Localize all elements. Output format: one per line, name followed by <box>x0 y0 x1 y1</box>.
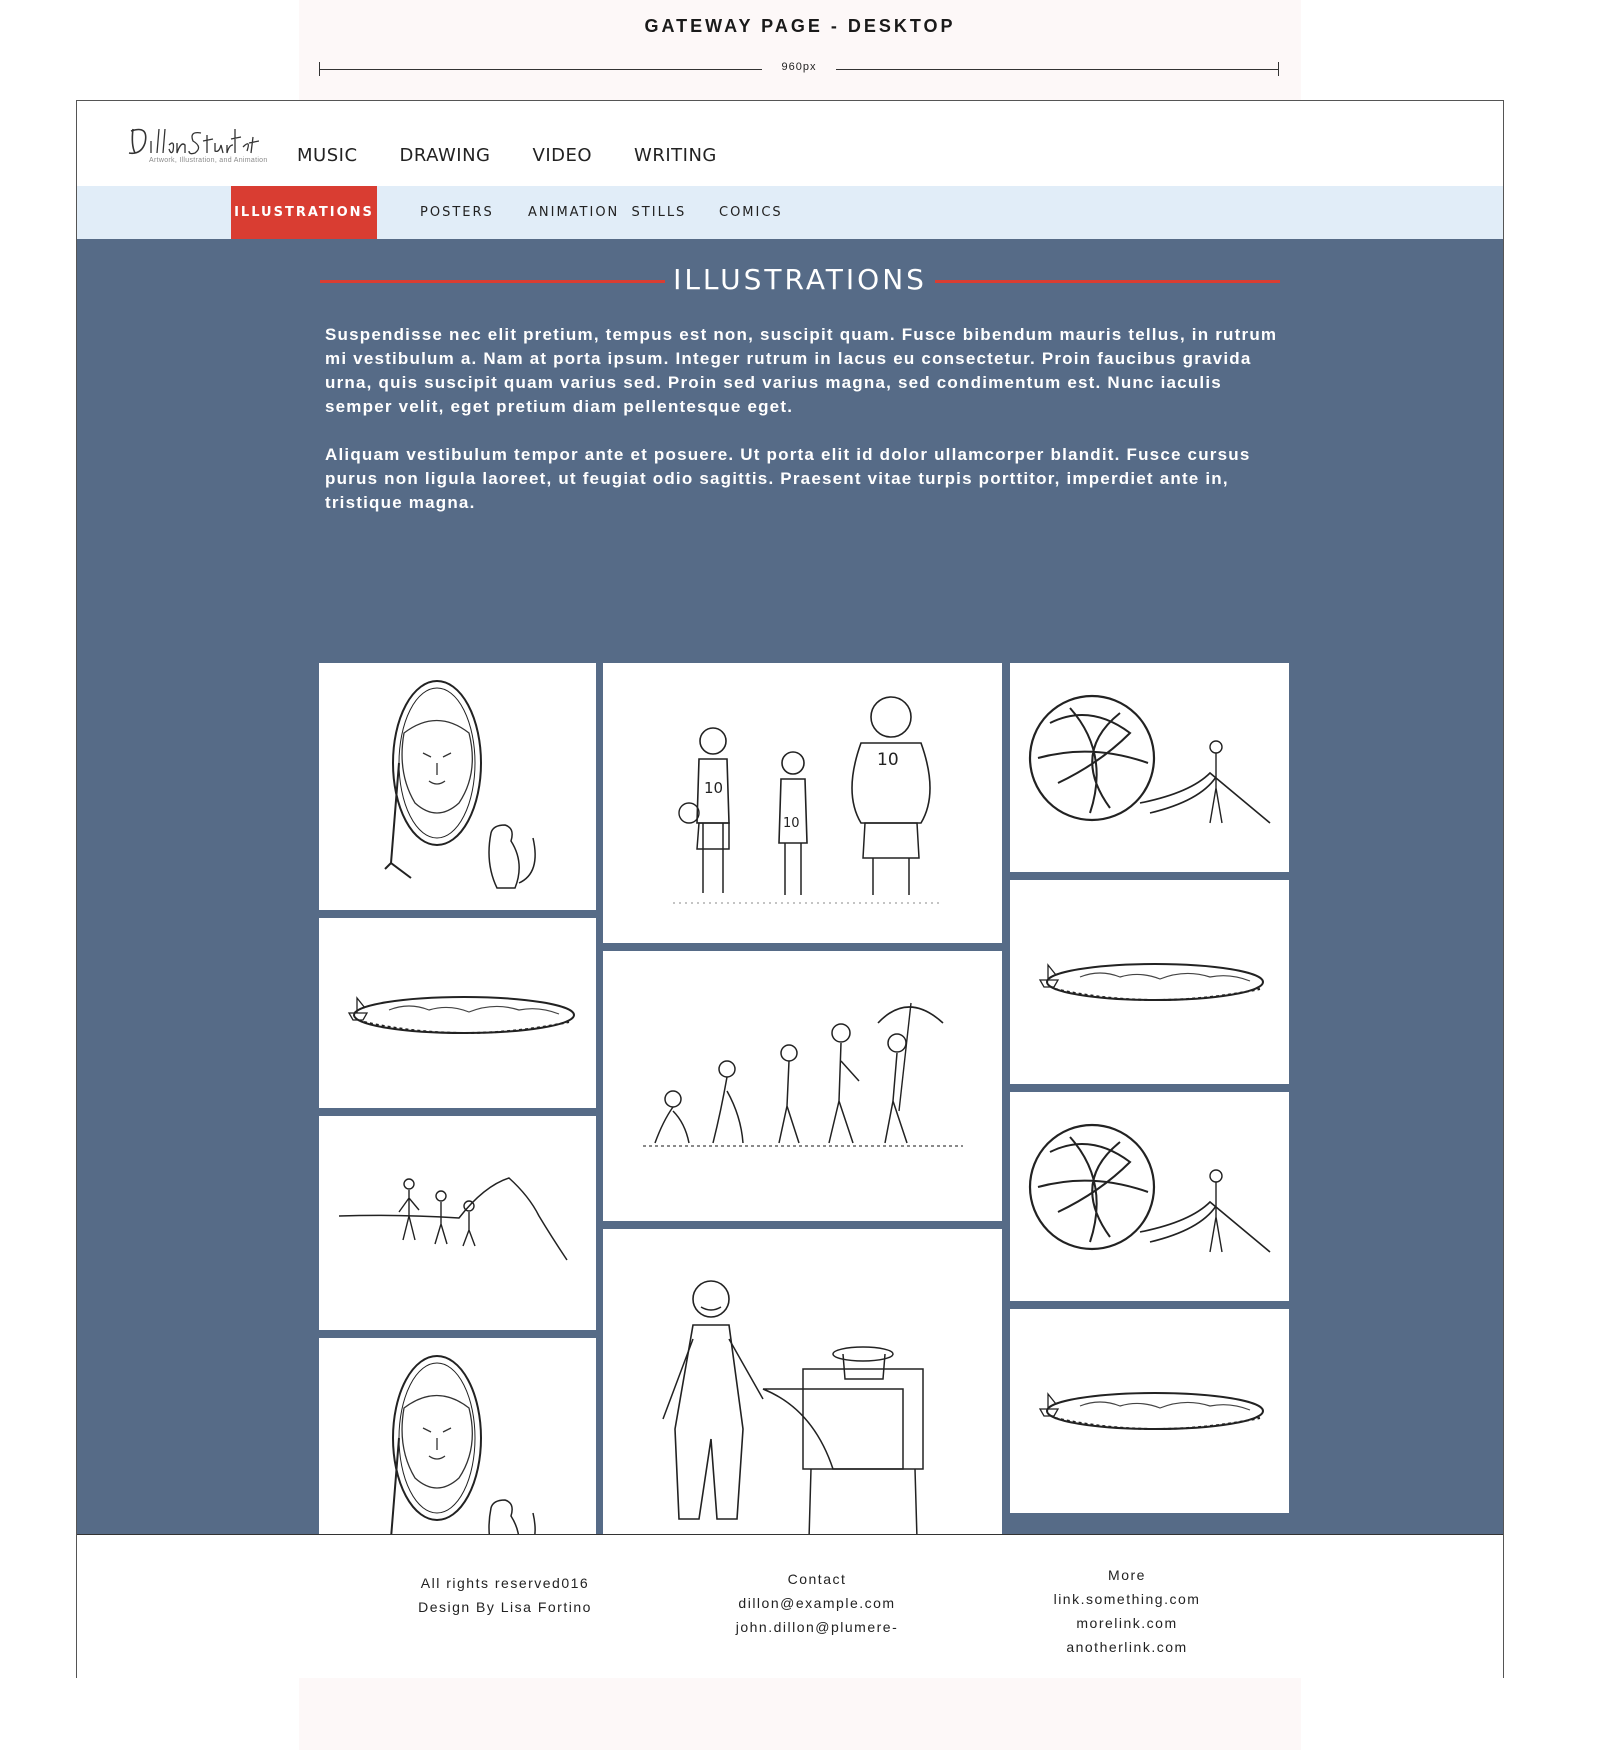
logo-tagline: Artwork, Illustration, and Animation <box>149 157 268 164</box>
flat-earth-illustration-icon <box>347 996 575 1034</box>
flat-earth-illustration-icon <box>1038 1392 1264 1430</box>
svg-text:10: 10 <box>877 750 899 770</box>
site-header: Artwork, Illustration, and Animation MUS… <box>77 101 1503 187</box>
subnav-animation-stills[interactable]: ANIMATION STILLS <box>528 186 686 239</box>
lion-mirror-illustration-icon <box>384 680 536 889</box>
measure-tick-right <box>1278 62 1279 76</box>
gallery-item-yarn-ball[interactable] <box>1010 663 1289 872</box>
footer-link-2[interactable]: morelink.com <box>1007 1611 1247 1635</box>
gallery-item-lion-mirror[interactable] <box>319 663 596 910</box>
gallery-item-basketball-players[interactable]: 10 10 10 <box>603 663 1002 943</box>
subnav-illustrations[interactable]: ILLUSTRATIONS <box>231 186 377 239</box>
footer-email-link-2[interactable]: john.dillon@plumere- <box>697 1615 937 1639</box>
gallery-item-flat-earth-2[interactable] <box>1010 880 1289 1084</box>
nav-drawing[interactable]: DRAWING <box>400 145 491 166</box>
section-rule-right <box>935 280 1280 283</box>
width-measure: 960px <box>319 58 1279 80</box>
gallery-item-flat-earth-3[interactable] <box>1010 1309 1289 1513</box>
subnav-comics[interactable]: COMICS <box>719 186 783 239</box>
page-frame: Artwork, Illustration, and Animation MUS… <box>76 100 1504 1678</box>
yarn-ball-illustration-icon <box>1028 694 1271 824</box>
flat-earth-illustration-icon <box>1038 963 1264 1001</box>
basketball-players-illustration-icon: 10 10 10 <box>673 696 943 904</box>
footer-rights: All rights reserved016 Design By Lisa Fo… <box>395 1571 615 1619</box>
main-nav: MUSIC DRAWING VIDEO WRITING <box>297 145 717 166</box>
subnav-posters[interactable]: POSTERS <box>420 186 494 239</box>
footer-contact: Contact dillon@example.com john.dillon@p… <box>697 1567 937 1639</box>
evolution-illustration-icon <box>643 1002 963 1147</box>
gallery-item-evolution[interactable] <box>603 951 1002 1221</box>
measure-line-right <box>836 69 1279 70</box>
spec-title: GATEWAY PAGE - DESKTOP <box>644 16 956 36</box>
nav-writing[interactable]: WRITING <box>634 145 717 166</box>
yarn-ball-illustration-icon <box>1028 1123 1271 1253</box>
intro-paragraph-2: Aliquam vestibulum tempor ante et posuer… <box>325 445 1251 512</box>
gallery-item-yarn-ball-2[interactable] <box>1010 1092 1289 1301</box>
footer-rights-line: All rights reserved016 <box>420 1575 590 1591</box>
site-footer: All rights reserved016 Design By Lisa Fo… <box>77 1534 1503 1678</box>
nav-video[interactable]: VIDEO <box>533 145 593 166</box>
footer-contact-heading: Contact <box>787 1571 847 1587</box>
gallery-item-hikers[interactable] <box>319 1116 596 1330</box>
gallery-item-flat-earth[interactable] <box>319 918 596 1108</box>
footer-more-heading: More <box>1108 1567 1146 1583</box>
main-content: ILLUSTRATIONS Suspendisse nec elit preti… <box>77 239 1503 1607</box>
measure-label: 960px <box>781 61 817 73</box>
section-header: ILLUSTRATIONS <box>320 261 1280 301</box>
sub-nav: ILLUSTRATIONS POSTERS ANIMATION STILLS C… <box>77 186 1503 239</box>
nav-music[interactable]: MUSIC <box>297 145 358 166</box>
footer-more: More link.something.com morelink.com ano… <box>1007 1563 1247 1659</box>
svg-text:10: 10 <box>704 779 723 797</box>
hikers-mountain-illustration-icon <box>338 1177 568 1261</box>
footer-link-3[interactable]: anotherlink.com <box>1007 1635 1247 1659</box>
footer-designer-line: Design By Lisa Fortino <box>418 1599 592 1615</box>
footer-email-link[interactable]: dillon@example.com <box>697 1591 937 1615</box>
footer-link-1[interactable]: link.something.com <box>1007 1587 1247 1611</box>
svg-text:10: 10 <box>783 816 800 831</box>
intro-paragraph-1: Suspendisse nec elit pretium, tempus est… <box>325 325 1278 416</box>
